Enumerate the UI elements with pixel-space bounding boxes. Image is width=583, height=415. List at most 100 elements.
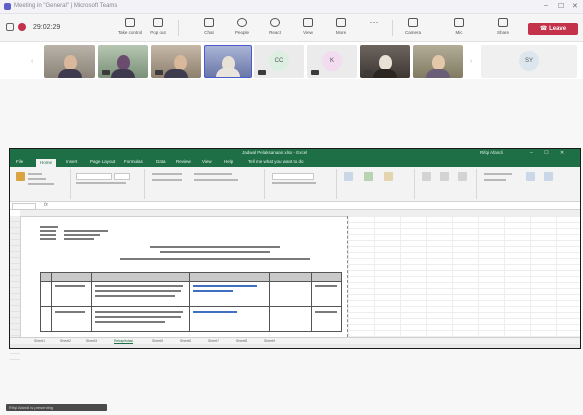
excel-tab[interactable]: Data <box>156 159 166 164</box>
sheet-tab[interactable]: Sheet3 <box>86 339 97 343</box>
sheet-tab[interactable]: Sheet9 <box>264 339 275 343</box>
window-title: Meeting in "General" | Microsoft Teams <box>14 3 118 9</box>
styles-group <box>338 169 415 199</box>
table-col <box>189 273 190 331</box>
participant-avatar: CC <box>269 51 289 71</box>
cell-link[interactable] <box>193 285 257 287</box>
participant-tile[interactable] <box>151 45 201 78</box>
excel-status-bar <box>10 344 580 348</box>
more-options-button[interactable]: ··· <box>361 18 387 30</box>
people-icon <box>237 18 247 27</box>
cell-text <box>95 290 181 292</box>
cell-text <box>95 311 183 313</box>
close-icon[interactable]: ✕ <box>572 2 578 10</box>
worksheet-grid[interactable] <box>10 210 580 360</box>
recording-icon <box>18 23 26 31</box>
view-button[interactable]: View <box>295 18 321 35</box>
leave-button[interactable]: ☎ Leave <box>528 23 578 35</box>
more-button[interactable]: More <box>328 18 354 35</box>
number-format-box[interactable] <box>272 173 314 180</box>
chat-button[interactable]: Chat <box>196 18 222 35</box>
maximize-icon[interactable]: ☐ <box>558 2 564 10</box>
take-control-icon <box>125 18 135 27</box>
people-button[interactable]: People <box>229 18 255 35</box>
participant-tile[interactable]: CC <box>254 45 304 78</box>
cell-styles-icon[interactable] <box>384 172 393 181</box>
cell-link[interactable] <box>193 290 233 292</box>
leave-label: Leave <box>549 26 567 32</box>
participant-video <box>111 69 135 78</box>
sheet-tab[interactable]: Sheet8 <box>236 339 247 343</box>
camera-label: Camera <box>404 30 421 35</box>
mic-icon <box>454 18 464 27</box>
name-box[interactable] <box>12 203 36 210</box>
excel-tab[interactable]: Page Layout <box>90 159 115 164</box>
ribbon-item <box>28 178 46 180</box>
doc-subtitle <box>160 251 270 253</box>
mic-button[interactable]: Mic <box>446 18 472 35</box>
participant-avatar: SY <box>519 51 539 71</box>
delete-cells-icon[interactable] <box>440 172 449 181</box>
share-label: Share <box>496 30 509 35</box>
format-cells-icon[interactable] <box>458 172 467 181</box>
cell-text <box>315 311 337 313</box>
participant-tile[interactable]: K <box>307 45 357 78</box>
formula-bar: fx <box>10 202 580 210</box>
font-name-box[interactable] <box>76 173 112 180</box>
find-select-icon[interactable] <box>544 172 553 181</box>
ribbon-item <box>28 183 54 185</box>
participant-tile[interactable]: SY <box>481 45 577 78</box>
more-icon <box>336 18 346 27</box>
conditional-format-icon[interactable] <box>344 172 353 181</box>
excel-tab[interactable]: Review <box>176 159 191 164</box>
participant-tile[interactable] <box>44 45 95 78</box>
format-table-icon[interactable] <box>364 172 373 181</box>
insert-cells-icon[interactable] <box>422 172 431 181</box>
chat-icon <box>204 18 214 27</box>
cell-link[interactable] <box>193 311 237 313</box>
share-button[interactable]: Share <box>490 18 516 35</box>
excel-tab[interactable]: View <box>202 159 212 164</box>
participant-tile[interactable] <box>360 45 410 78</box>
excel-tell-me[interactable]: Tell me what you want to do <box>248 159 304 164</box>
minimize-icon[interactable]: – <box>544 2 548 9</box>
excel-tab[interactable]: Help <box>224 159 233 164</box>
excel-tab[interactable]: File <box>16 159 23 164</box>
doc-text <box>64 234 100 236</box>
scroll-right-icon[interactable]: › <box>470 58 472 65</box>
doc-text <box>64 230 108 232</box>
table-header <box>41 273 341 282</box>
meeting-status: 29:02:29 <box>6 23 60 31</box>
excel-user-name: Rifqi Afandi <box>480 150 503 155</box>
sheet-tab[interactable]: Sheet1 <box>34 339 45 343</box>
scroll-left-icon[interactable]: ‹ <box>31 58 33 65</box>
phone-icon: ☎ <box>539 26 550 32</box>
participant-tile[interactable] <box>98 45 148 78</box>
excel-tab[interactable]: Insert <box>66 159 77 164</box>
excel-tab-active[interactable]: Home <box>36 159 57 167</box>
react-button[interactable]: React <box>262 18 288 35</box>
take-control-button[interactable]: Take control <box>117 18 143 35</box>
sort-filter-icon[interactable] <box>526 172 535 181</box>
participant-video <box>216 68 240 77</box>
participant-tile[interactable] <box>413 45 463 78</box>
pop-out-icon <box>153 18 163 27</box>
camera-button[interactable]: Camera <box>400 18 426 35</box>
sheet-tab[interactable]: Sheet2 <box>60 339 71 343</box>
sheet-tab[interactable]: Sheet5 <box>152 339 163 343</box>
excel-tab[interactable]: Formulas <box>124 159 143 164</box>
pop-out-button[interactable]: Pop out <box>145 18 171 35</box>
window-layout-icon[interactable] <box>6 23 14 31</box>
react-label: React <box>269 30 281 35</box>
sheet-tab[interactable]: Sheet6 <box>180 339 191 343</box>
sheet-tab[interactable]: Sheet7 <box>208 339 219 343</box>
paste-icon[interactable] <box>16 172 25 181</box>
font-size-box[interactable] <box>114 173 130 180</box>
people-label: People <box>234 30 249 35</box>
participant-video <box>57 69 82 78</box>
participant-tile-active[interactable] <box>204 45 252 78</box>
doc-subtitle <box>120 258 310 260</box>
participant-video <box>63 55 77 70</box>
participant-video <box>164 69 188 78</box>
take-control-label: Take control <box>117 30 143 35</box>
